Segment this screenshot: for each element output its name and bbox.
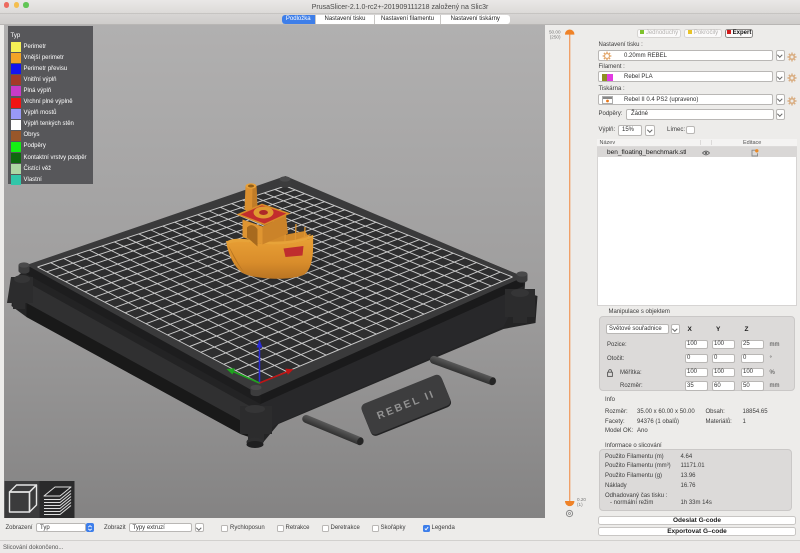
svg-text:(250): (250) bbox=[550, 35, 561, 40]
svg-text:(1): (1) bbox=[577, 502, 583, 507]
